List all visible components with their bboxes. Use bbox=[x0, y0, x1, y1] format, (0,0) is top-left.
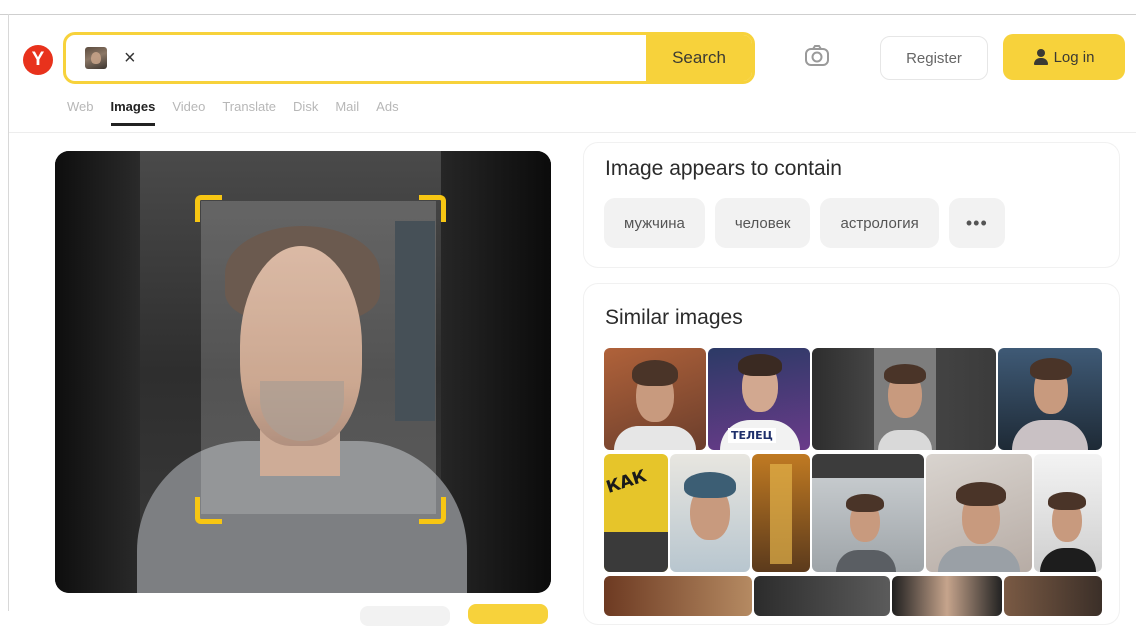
search-box[interactable]: × Search bbox=[63, 32, 755, 84]
contains-title: Image appears to contain bbox=[605, 157, 842, 180]
similar-panel: Similar images ТЕЛЕЦ КАК bbox=[584, 284, 1119, 624]
bottom-action-primary[interactable] bbox=[468, 604, 548, 624]
similar-image-thumb[interactable] bbox=[812, 454, 924, 572]
login-button[interactable]: Log in bbox=[1003, 34, 1125, 80]
similar-image-thumb[interactable] bbox=[892, 576, 1002, 616]
contains-panel: Image appears to contain мужчина человек… bbox=[584, 143, 1119, 267]
similar-image-thumb[interactable] bbox=[604, 576, 752, 616]
similar-image-thumb[interactable] bbox=[1004, 576, 1102, 616]
similar-image-banner-text: КАК bbox=[604, 466, 650, 498]
tag-item[interactable]: мужчина bbox=[604, 198, 705, 248]
tab-video[interactable]: Video bbox=[172, 99, 205, 114]
similar-image-thumb[interactable]: ТЕЛЕЦ bbox=[708, 348, 810, 450]
image-wall-left bbox=[55, 151, 140, 593]
yandex-logo[interactable]: Y bbox=[23, 45, 53, 75]
search-tabs: Web Images Video Translate Disk Mail Ads bbox=[67, 99, 399, 126]
similar-image-thumb[interactable] bbox=[670, 454, 750, 572]
similar-image-thumb[interactable] bbox=[998, 348, 1102, 450]
tab-mail[interactable]: Mail bbox=[335, 99, 359, 114]
crop-handle-bottom-left[interactable] bbox=[195, 497, 222, 524]
more-icon[interactable]: ••• bbox=[948, 198, 1005, 248]
tag-item[interactable]: человек bbox=[714, 198, 811, 248]
similar-image-thumb[interactable] bbox=[752, 454, 810, 572]
register-button[interactable]: Register bbox=[880, 36, 988, 80]
similar-image-thumb[interactable] bbox=[926, 454, 1032, 572]
tab-translate[interactable]: Translate bbox=[222, 99, 276, 114]
crop-handle-top-right[interactable] bbox=[419, 195, 446, 222]
tab-ads[interactable]: Ads bbox=[376, 99, 398, 114]
close-icon[interactable]: × bbox=[124, 45, 136, 71]
crop-handle-bottom-right[interactable] bbox=[419, 497, 446, 524]
tab-disk[interactable]: Disk bbox=[293, 99, 318, 114]
tab-web[interactable]: Web bbox=[67, 99, 94, 114]
similar-image-thumb[interactable] bbox=[604, 348, 706, 450]
crop-handle-top-left[interactable] bbox=[195, 195, 222, 222]
header-divider bbox=[9, 132, 1136, 133]
uploaded-image-preview bbox=[55, 151, 551, 593]
user-icon bbox=[1033, 49, 1048, 65]
similar-images-grid: ТЕЛЕЦ КАК bbox=[604, 348, 1102, 616]
bottom-action-secondary[interactable] bbox=[360, 606, 450, 626]
similar-image-thumb[interactable] bbox=[754, 576, 890, 616]
tab-images[interactable]: Images bbox=[110, 99, 155, 126]
similar-title: Similar images bbox=[605, 306, 743, 329]
top-border bbox=[0, 14, 1136, 15]
similar-image-banner-text: ТЕЛЕЦ bbox=[728, 428, 776, 443]
crop-selection-area[interactable] bbox=[201, 201, 436, 514]
similar-image-thumb[interactable] bbox=[1034, 454, 1102, 572]
search-button[interactable]: Search bbox=[646, 35, 752, 81]
tag-item[interactable]: астрология bbox=[820, 198, 939, 248]
similar-image-thumb[interactable]: КАК bbox=[604, 454, 668, 572]
similar-image-thumb[interactable] bbox=[812, 348, 996, 450]
contains-tags: мужчина человек астрология ••• bbox=[604, 198, 1005, 248]
left-border bbox=[8, 14, 9, 611]
login-label: Log in bbox=[1053, 48, 1095, 66]
camera-icon[interactable] bbox=[803, 42, 831, 70]
uploaded-image-thumbnail[interactable] bbox=[85, 47, 107, 69]
